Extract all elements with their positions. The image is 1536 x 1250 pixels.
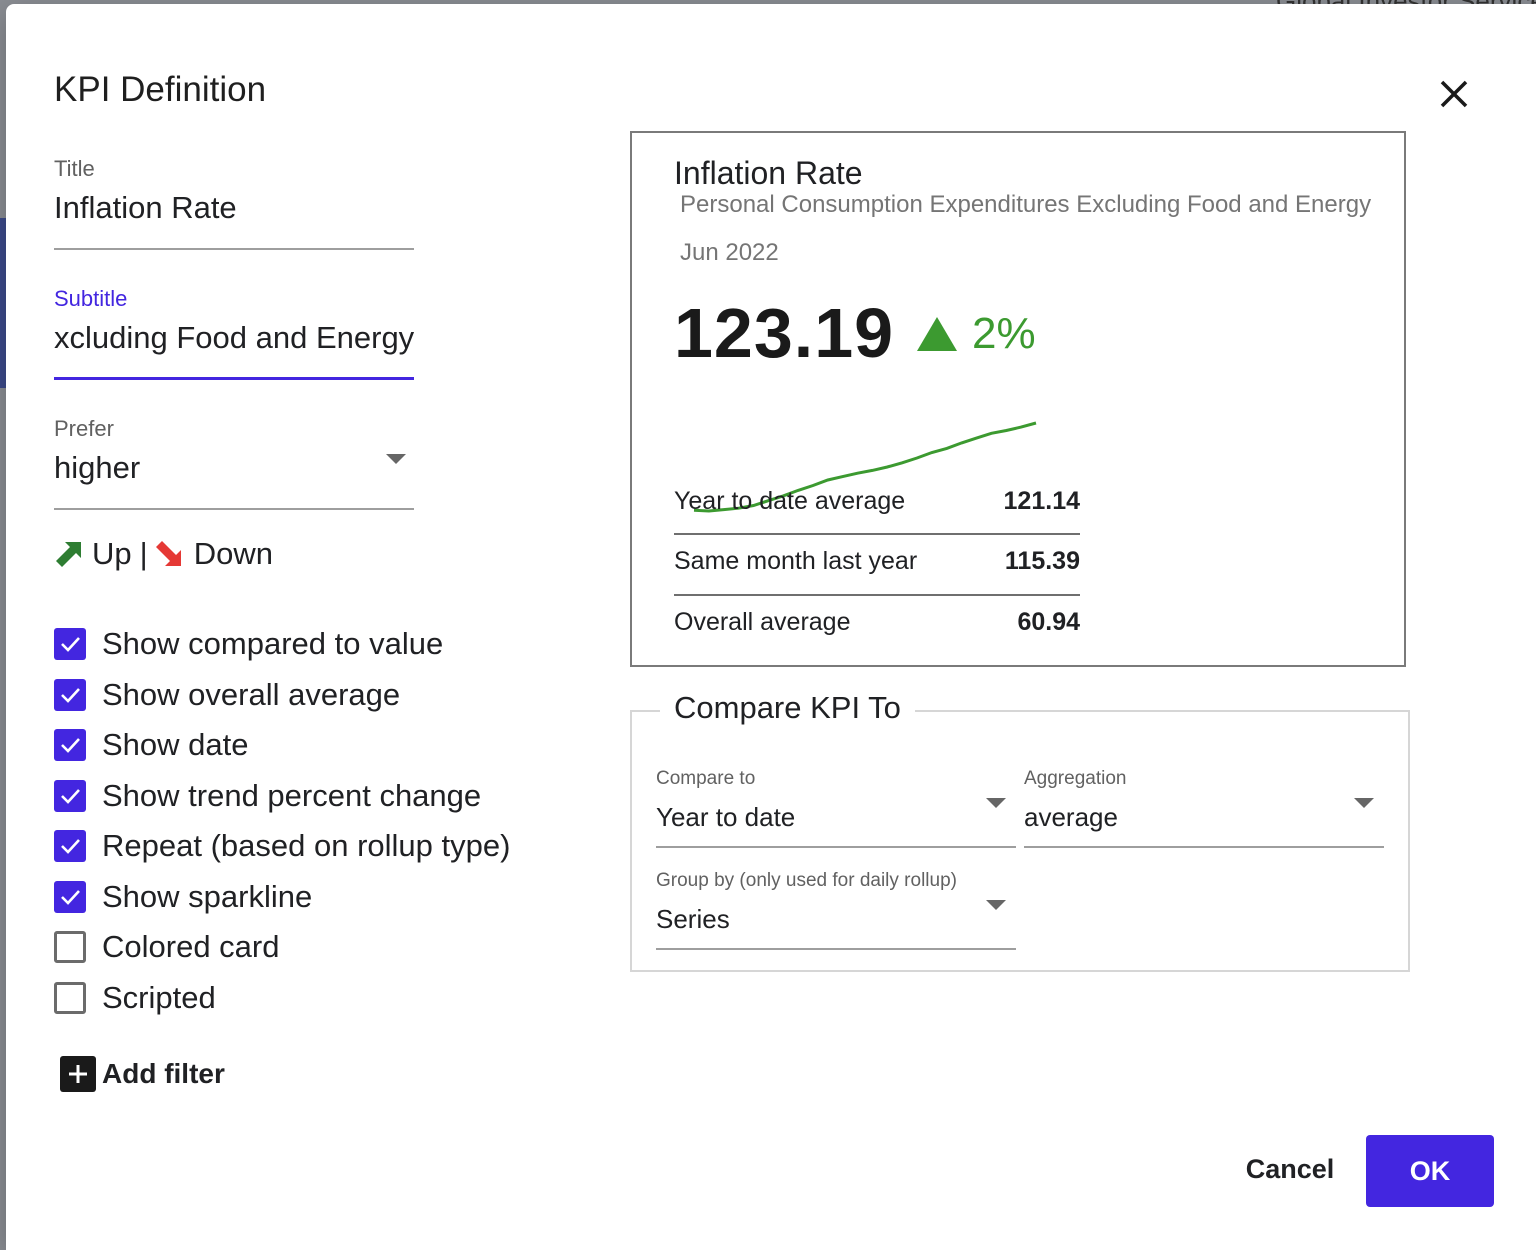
- checkbox-checked[interactable]: [54, 830, 86, 862]
- plus-icon: [60, 1056, 96, 1092]
- group-by-underline: [656, 948, 1016, 950]
- checkbox-row[interactable]: Show compared to value: [54, 626, 443, 662]
- preview-date: Jun 2022: [680, 239, 779, 266]
- stat-value: 60.94: [1017, 608, 1080, 636]
- stat-label: Same month last year: [674, 547, 918, 575]
- cancel-button[interactable]: Cancel: [1232, 1134, 1348, 1204]
- checkbox-label: Scripted: [102, 979, 216, 1015]
- chevron-down-icon: [986, 900, 1006, 910]
- checkbox-label: Show trend percent change: [102, 777, 482, 813]
- checkbox-row[interactable]: Scripted: [54, 980, 216, 1016]
- preview-title: Inflation Rate: [674, 155, 863, 191]
- title-field-label: Title: [54, 156, 95, 181]
- subtitle-field-label: Subtitle: [54, 286, 128, 311]
- stat-divider: [674, 594, 1080, 596]
- subtitle-input[interactable]: xcluding Food and Energy: [54, 320, 414, 356]
- direction-legend: Up | Down: [54, 536, 273, 572]
- close-button[interactable]: [1434, 74, 1474, 114]
- close-icon: [1440, 80, 1468, 108]
- stat-divider: [674, 533, 1080, 535]
- legend-up-label: Up: [92, 536, 132, 571]
- chevron-down-icon: [986, 798, 1006, 808]
- preview-trend: 2%: [916, 309, 1036, 359]
- subtitle-field[interactable]: Subtitle xcluding Food and Energy: [54, 286, 414, 382]
- checkmark-icon: [61, 687, 80, 703]
- stat-row-same-month: Same month last year 115.39: [674, 547, 1080, 576]
- prefer-value[interactable]: higher: [54, 450, 414, 486]
- preview-subtitle: Personal Consumption Expenditures Exclud…: [680, 191, 1372, 218]
- checkbox-label: Repeat (based on rollup type): [102, 828, 511, 863]
- preview-value: 123.19: [674, 294, 895, 372]
- checkmark-icon: [61, 889, 80, 905]
- aggregation-underline: [1024, 846, 1384, 848]
- checkbox-checked[interactable]: [54, 729, 86, 761]
- checkbox-row[interactable]: Colored card: [54, 929, 279, 965]
- chevron-down-icon: [1354, 798, 1374, 808]
- checkbox-unchecked[interactable]: [54, 931, 86, 963]
- checkbox-row[interactable]: Show overall average: [54, 677, 400, 713]
- checkbox-checked[interactable]: [54, 628, 86, 660]
- triangle-up-icon: [917, 317, 957, 351]
- group-by-select[interactable]: Group by (only used for daily rollup) Se…: [656, 870, 1016, 950]
- checkbox-checked[interactable]: [54, 678, 86, 711]
- checkbox-unchecked[interactable]: [54, 981, 86, 1014]
- aggregation-value[interactable]: average: [1024, 802, 1384, 833]
- compare-to-underline: [656, 846, 1016, 848]
- compare-to-label: Compare to: [656, 768, 756, 789]
- arrow-down-right-icon: [155, 541, 181, 566]
- stat-value: 121.14: [1003, 487, 1080, 515]
- checkbox-label: Show date: [102, 727, 249, 762]
- checkmark-icon: [61, 788, 80, 804]
- kpi-preview-card: Inflation Rate Personal Consumption Expe…: [630, 131, 1406, 667]
- title-input[interactable]: Inflation Rate: [54, 190, 414, 226]
- checkbox-row[interactable]: Show trend percent change: [54, 778, 481, 814]
- checkbox-label: Show sparkline: [102, 878, 313, 914]
- subtitle-underline: [54, 377, 414, 380]
- checkbox-row[interactable]: Show sparkline: [54, 879, 312, 915]
- add-filter-label: Add filter: [102, 1058, 225, 1089]
- title-field[interactable]: Title Inflation Rate: [54, 156, 414, 250]
- compare-to-select[interactable]: Compare to Year to date: [656, 768, 1016, 848]
- chevron-down-icon: [386, 454, 406, 464]
- aggregation-select[interactable]: Aggregation average: [1024, 768, 1384, 848]
- checkbox-row[interactable]: Repeat (based on rollup type): [54, 828, 510, 864]
- compare-legend: Compare KPI To: [660, 690, 915, 726]
- checkmark-icon: [61, 637, 80, 652]
- prefer-underline: [54, 508, 414, 510]
- checkmark-icon: [61, 839, 80, 854]
- checkbox-label: Colored card: [102, 929, 280, 964]
- prefer-field-label: Prefer: [54, 416, 114, 441]
- group-by-value[interactable]: Series: [656, 904, 1016, 935]
- ok-button[interactable]: OK: [1366, 1135, 1494, 1207]
- aggregation-label: Aggregation: [1024, 768, 1127, 789]
- stat-row-ytd: Year to date average 121.14: [674, 487, 1080, 516]
- group-by-label: Group by (only used for daily rollup): [656, 870, 957, 891]
- preview-trend-percent: 2%: [972, 309, 1036, 358]
- legend-down-label: Down: [193, 536, 273, 571]
- checkbox-label: Show compared to value: [102, 626, 444, 661]
- stat-row-overall: Overall average 60.94: [674, 608, 1080, 637]
- legend-separator: |: [139, 536, 148, 571]
- kpi-definition-dialog: KPI Definition Title Inflation Rate Subt…: [6, 4, 1536, 1250]
- checkbox-checked[interactable]: [54, 880, 86, 913]
- add-filter-button[interactable]: Add filter: [60, 1056, 225, 1092]
- stat-label: Overall average: [674, 608, 851, 636]
- compare-kpi-fieldset: Compare KPI To Compare to Year to date A…: [630, 690, 1410, 972]
- checkmark-icon: [61, 738, 80, 753]
- checkbox-row[interactable]: Show date: [54, 727, 249, 763]
- compare-to-value[interactable]: Year to date: [656, 802, 1016, 833]
- prefer-select[interactable]: Prefer higher: [54, 416, 414, 512]
- stat-label: Year to date average: [674, 487, 906, 515]
- stat-value: 115.39: [1004, 547, 1080, 575]
- checkbox-checked[interactable]: [54, 779, 86, 812]
- dialog-title: KPI Definition: [54, 70, 267, 109]
- title-underline: [54, 248, 414, 250]
- checkbox-label: Show overall average: [102, 676, 401, 712]
- arrow-up-right-icon: [56, 542, 81, 567]
